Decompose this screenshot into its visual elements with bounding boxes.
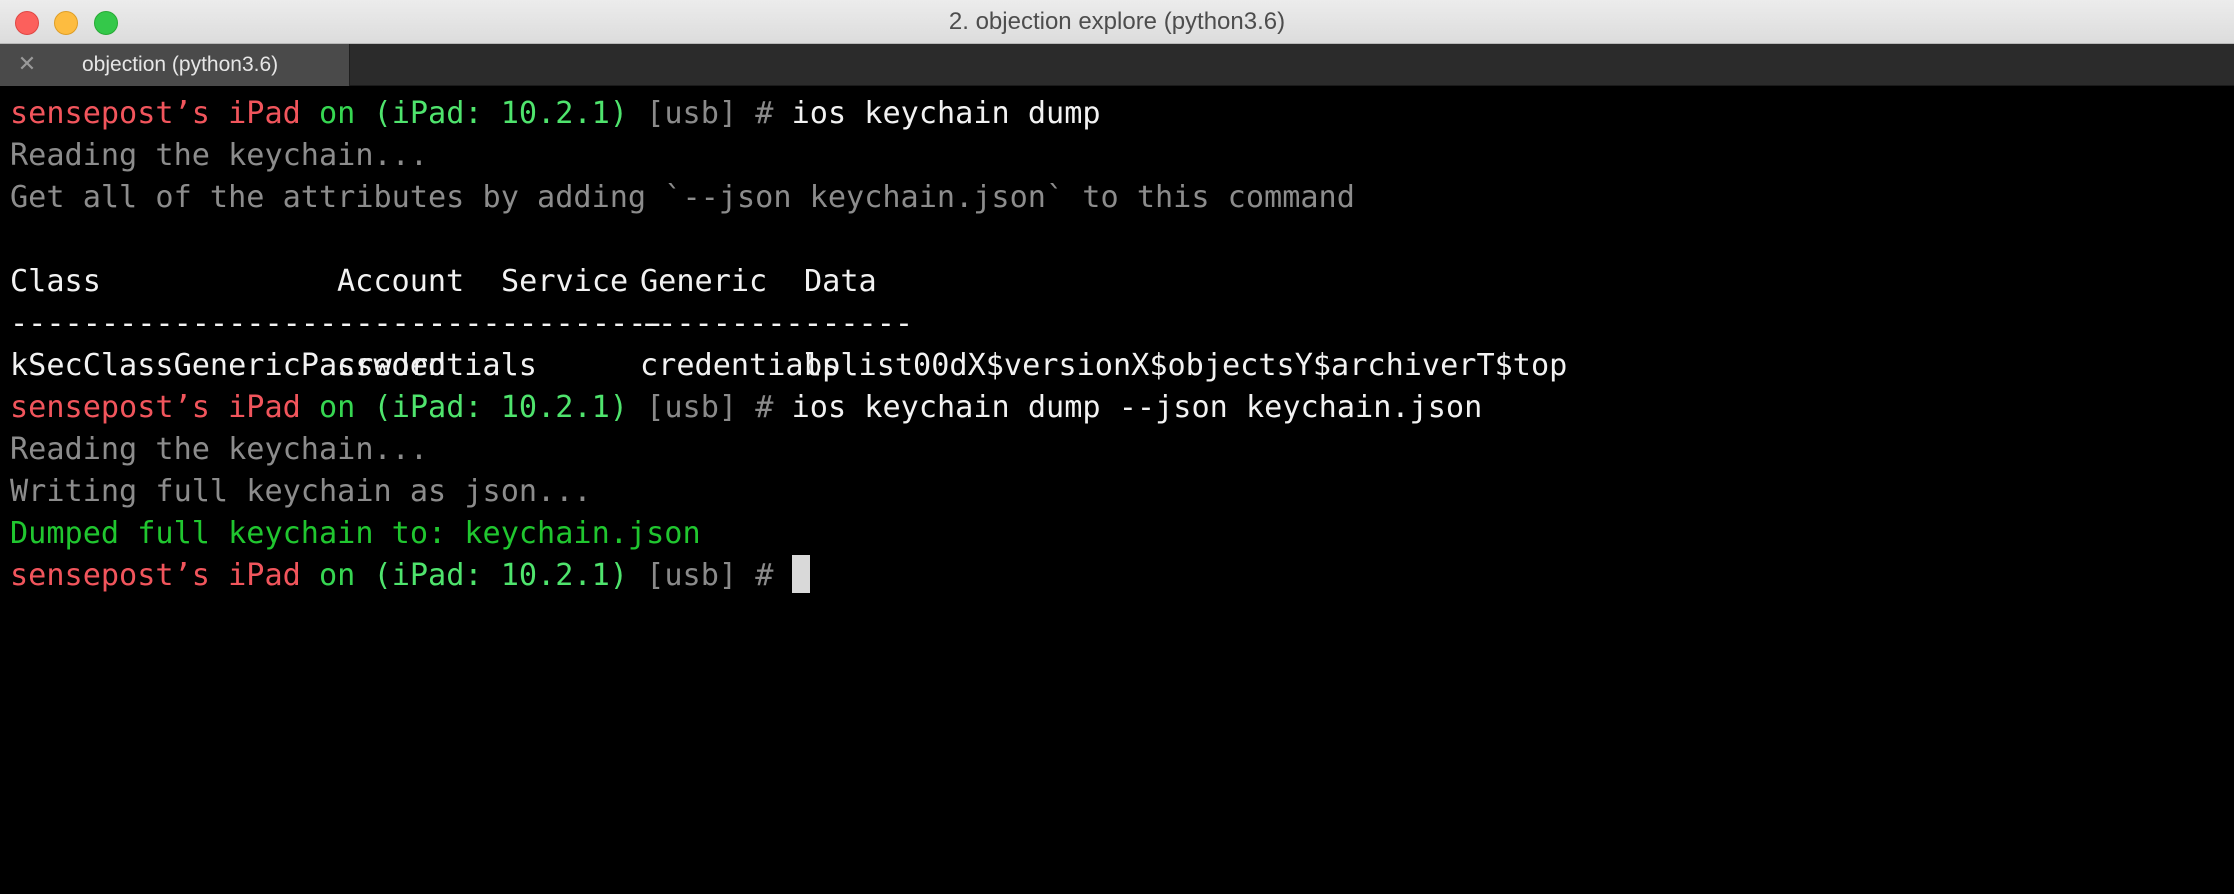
table-header: Data (804, 264, 877, 299)
prompt-line: sensepost’s iPad on (iPad: 10.2.1) [usb]… (10, 93, 2224, 135)
table-cell: bplist00dX$versionX$objectsY$archiverT$t… (804, 348, 1568, 383)
table-separator: ----------- (337, 306, 537, 341)
prompt-transport: [usb] (646, 96, 738, 131)
prompt-on: on (318, 390, 356, 425)
prompt-symbol: # (755, 390, 774, 425)
prompt-device: (iPad: 10.2.1) (373, 96, 628, 131)
output-line: Reading the keychain... (10, 138, 429, 173)
table-separator-row: ----------------------------------------… (10, 303, 2224, 345)
prompt-on: on (318, 96, 356, 131)
text-cursor[interactable] (791, 555, 810, 593)
prompt-symbol: # (755, 558, 774, 593)
prompt-user: sensepost’s iPad (10, 96, 301, 131)
prompt-transport: [usb] (646, 390, 738, 425)
tab-objection[interactable]: ✕ objection (python3.6) (0, 44, 350, 86)
table-cell: credentials (640, 348, 840, 383)
table-header: Service (501, 264, 629, 299)
output-line: Reading the keychain... (10, 432, 429, 467)
title-bar: 2. objection explore (python3.6) (0, 0, 2234, 44)
output-line: Writing full keychain as json... (10, 474, 592, 509)
success-line: Dumped full keychain to: keychain.json (10, 516, 701, 551)
command-text: ios keychain dump --json keychain.json (791, 390, 1483, 425)
table-header: Generic (640, 264, 768, 299)
command-text: ios keychain dump (791, 96, 1101, 131)
prompt-device: (iPad: 10.2.1) (373, 558, 628, 593)
prompt-transport: [usb] (646, 558, 738, 593)
table-separator: ------ (804, 306, 914, 341)
prompt-line: sensepost’s iPad on (iPad: 10.2.1) [usb]… (10, 387, 2224, 429)
prompt-device: (iPad: 10.2.1) (373, 390, 628, 425)
close-icon[interactable]: ✕ (14, 50, 40, 80)
terminal-window: 2. objection explore (python3.6) ✕ objec… (0, 0, 2234, 894)
output-line: Get all of the attributes by adding `--j… (10, 180, 1355, 215)
tab-bar: ✕ objection (python3.6) (0, 44, 2234, 86)
table-row: kSecClassGenericPasswordcredentials crede… (10, 345, 2224, 387)
tab-label: objection (python3.6) (82, 53, 279, 76)
table-separator: --------- (501, 306, 665, 341)
window-title: 2. objection explore (python3.6) (948, 8, 1286, 35)
prompt-user: sensepost’s iPad (10, 558, 301, 593)
prompt-on: on (318, 558, 356, 593)
table-separator: ------------------------ (10, 306, 447, 341)
table-separator: ----------- (640, 306, 840, 341)
table-cell: kSecClassGenericPassword (10, 348, 447, 383)
prompt-user: sensepost’s iPad (10, 390, 301, 425)
table-header: Account (337, 264, 465, 299)
table-header-row: Class Account Service Generic Data (10, 261, 2224, 303)
table-header: Class (10, 264, 101, 299)
prompt-line[interactable]: sensepost’s iPad on (iPad: 10.2.1) [usb]… (10, 555, 2224, 597)
table-cell: credentials (337, 348, 537, 383)
terminal-output[interactable]: sensepost’s iPad on (iPad: 10.2.1) [usb]… (10, 93, 2224, 597)
prompt-symbol: # (755, 96, 774, 131)
